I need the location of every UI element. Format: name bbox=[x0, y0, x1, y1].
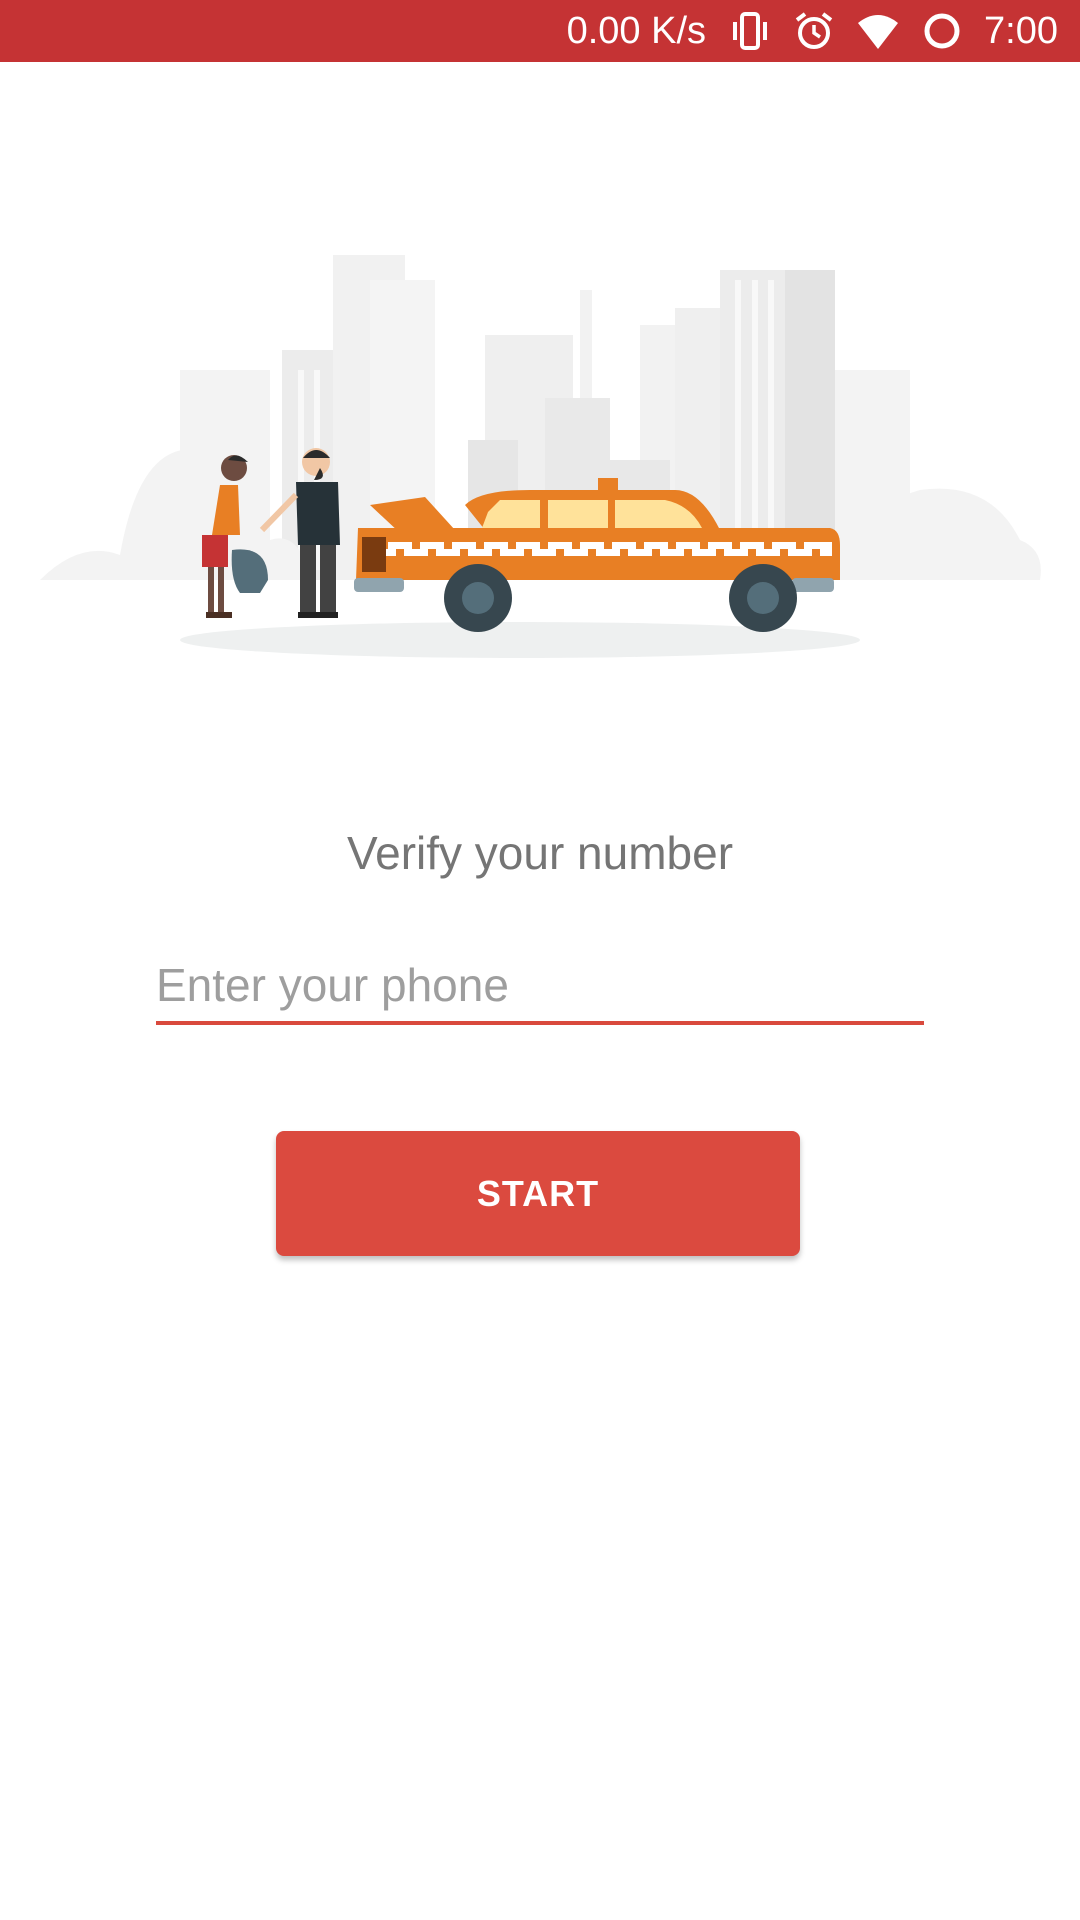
alarm-icon bbox=[794, 11, 834, 51]
start-button[interactable]: START bbox=[276, 1131, 800, 1256]
people bbox=[202, 448, 340, 618]
network-speed: 0.00 K/s bbox=[566, 9, 707, 52]
status-bar: 0.00 K/s 7:00 bbox=[0, 0, 1080, 62]
wifi-icon bbox=[856, 11, 900, 51]
vibrate-icon bbox=[728, 11, 772, 51]
taxi-illustration bbox=[0, 200, 1080, 680]
page-title: Verify your number bbox=[346, 827, 734, 879]
phone-input[interactable] bbox=[156, 955, 924, 1025]
clock-time: 7:00 bbox=[984, 9, 1058, 52]
circle-icon bbox=[922, 11, 962, 51]
